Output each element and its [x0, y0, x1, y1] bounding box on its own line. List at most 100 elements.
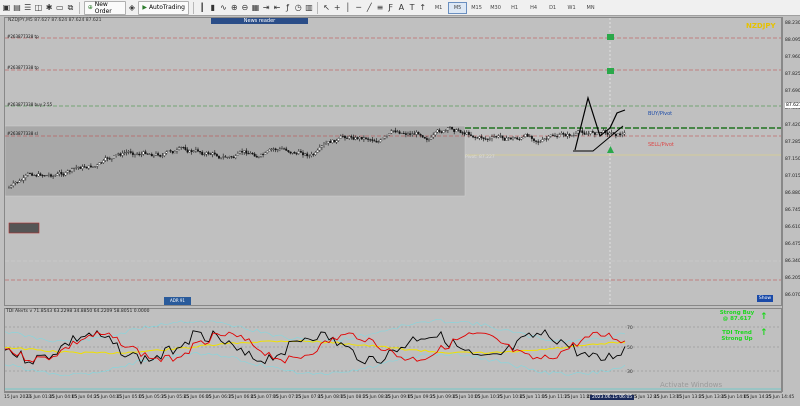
timeframe-d1[interactable]: D1 — [543, 2, 562, 14]
candle-body — [539, 141, 542, 143]
tdi-indicator-canvas: 70 50 30 — [5, 319, 781, 390]
auto-trading-button[interactable]: ▶ AutoTrading — [138, 0, 189, 15]
show-button[interactable]: Show — [757, 295, 773, 302]
candle-body — [547, 136, 550, 139]
candle-body — [18, 180, 21, 183]
price-axis[interactable]: 88.230 88.095 87.960 87.825 87.690 87.555 87.4… — [782, 17, 800, 392]
candle-body — [207, 152, 210, 154]
candle-body — [213, 152, 216, 155]
periods-icon[interactable]: ◷ — [294, 3, 303, 13]
new-order-button[interactable]: ⊕ New Order — [83, 0, 126, 15]
candle-body — [505, 137, 508, 141]
zoom-out-icon[interactable]: ⊖ — [241, 3, 250, 13]
cursor-time-label: 2023.06.15 06:05 — [590, 395, 635, 400]
candle-body — [474, 136, 477, 138]
candle-body — [323, 143, 325, 146]
new-chart-icon[interactable]: ▣ — [2, 3, 11, 13]
line-chart-icon[interactable]: ∿ — [219, 3, 228, 13]
arrows-icon[interactable]: ↑ — [418, 3, 427, 13]
candle-body — [56, 173, 59, 176]
timeframe-mn[interactable]: MN — [581, 2, 600, 14]
timeframe-m30[interactable]: M30 — [486, 2, 505, 14]
timeframe-h1[interactable]: H1 — [505, 2, 524, 14]
candle-body — [68, 170, 71, 172]
indicators-icon[interactable]: ƒ — [283, 3, 292, 13]
candle-body — [381, 138, 384, 140]
candle-body — [257, 156, 260, 158]
cursor-icon[interactable]: ↖ — [322, 3, 331, 13]
vertical-line-icon[interactable]: │ — [344, 3, 353, 13]
candle-body — [188, 150, 191, 153]
channel-icon[interactable]: ≡ — [376, 3, 385, 13]
navigator-icon[interactable]: ✱ — [45, 3, 54, 13]
metaeditor-icon[interactable]: ◈ — [128, 3, 137, 13]
timeframe-w1[interactable]: W1 — [562, 2, 581, 14]
candle-body — [184, 147, 187, 150]
toolbar-divider — [317, 1, 319, 14]
candle-body — [398, 131, 401, 134]
candle-body — [493, 136, 496, 138]
candle-body — [35, 175, 38, 177]
bar-chart-icon[interactable]: ┃ — [198, 3, 207, 13]
candle-body — [428, 139, 430, 141]
candlestick-icon[interactable]: ▮ — [208, 3, 217, 13]
market-watch-icon[interactable]: ☰ — [23, 3, 32, 13]
text-icon[interactable]: A — [397, 3, 406, 13]
chart-shift-icon[interactable]: ⇤ — [273, 3, 282, 13]
candle-body — [341, 135, 344, 137]
time-axis[interactable]: 15 Jun 2023 15 Jun 01:45 15 Jun 04:05 15 Ju… — [4, 392, 794, 406]
candle-body — [71, 168, 73, 172]
templates-icon[interactable]: ▥ — [305, 3, 314, 13]
candle-body — [220, 157, 223, 159]
trendline-icon[interactable]: ╱ — [365, 3, 374, 13]
crosshair-icon[interactable]: + — [333, 3, 342, 13]
candle-body — [560, 133, 563, 135]
timeframe-h4[interactable]: H4 — [524, 2, 543, 14]
candle-body — [274, 148, 277, 151]
timeframe-m5[interactable]: M5 — [448, 1, 468, 14]
candle-body — [411, 133, 414, 135]
candle-body — [33, 175, 36, 176]
candle-body — [205, 152, 208, 155]
candle-body — [92, 166, 94, 168]
zoom-in-icon[interactable]: ⊕ — [230, 3, 239, 13]
price-tick-label: 87.420 — [785, 123, 800, 128]
label-icon[interactable]: T — [408, 3, 417, 13]
timeframe-m1[interactable]: M1 — [429, 2, 448, 14]
terminal-icon[interactable]: ▭ — [55, 3, 64, 13]
tp-marker — [607, 68, 614, 74]
timeframe-m15[interactable]: M15 — [467, 2, 486, 14]
fibonacci-icon[interactable]: Ƒ — [386, 3, 395, 13]
candle-body — [60, 172, 63, 175]
candle-body — [314, 152, 317, 155]
candle-body — [575, 133, 577, 136]
strategy-tester-icon[interactable]: ⧉ — [66, 3, 75, 13]
candle-body — [436, 129, 439, 133]
price-chart[interactable] — [4, 17, 782, 306]
auto-scroll-icon[interactable]: ⇥ — [262, 3, 271, 13]
candle-body — [234, 155, 237, 159]
candle-body — [186, 149, 189, 153]
news-reader-tab[interactable]: News reader — [211, 18, 308, 24]
horizontal-line-icon[interactable]: ─ — [354, 3, 363, 13]
candle-body — [383, 136, 386, 139]
tdi-indicator-window[interactable]: 70 50 30 — [4, 308, 782, 392]
tile-windows-icon[interactable]: ▦ — [251, 3, 260, 13]
candle-body — [365, 137, 367, 139]
candle-body — [127, 151, 130, 153]
candle-body — [12, 182, 15, 186]
candle-body — [43, 175, 46, 177]
candle-body — [62, 174, 65, 176]
auto-trading-icon: ▶ — [142, 4, 147, 11]
candle-body — [354, 137, 357, 140]
profiles-icon[interactable]: ▤ — [13, 3, 22, 13]
candle-body — [549, 134, 552, 137]
data-window-icon[interactable]: ◫ — [34, 3, 43, 13]
candle-body — [87, 165, 90, 169]
candle-body — [316, 149, 319, 153]
candle-body — [356, 137, 359, 139]
candle-body — [371, 139, 374, 141]
candle-body — [484, 138, 487, 140]
candle-body — [58, 172, 61, 174]
candle-body — [131, 152, 134, 155]
